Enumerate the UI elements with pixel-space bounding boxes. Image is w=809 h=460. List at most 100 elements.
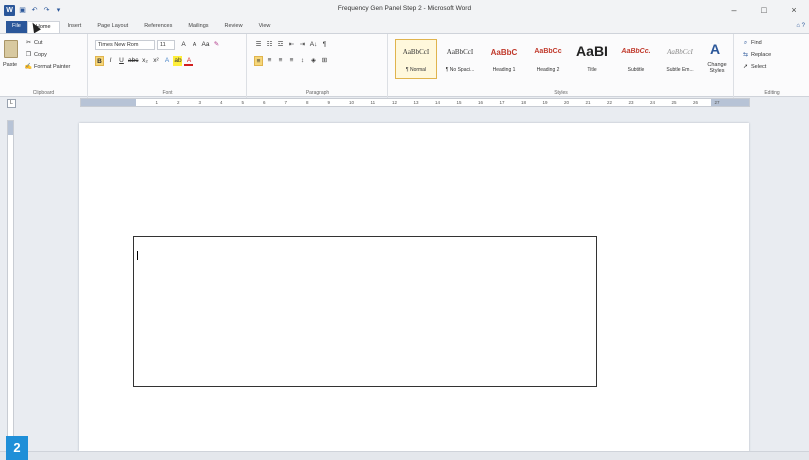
style-normal-label: ¶ Normal [405,67,427,73]
paragraph-group-label: Paragraph [305,90,330,96]
change-styles-icon[interactable]: A [707,40,723,58]
style-subtle-emphasis-label: Subtle Em... [666,67,694,73]
cut-label: Cut [34,40,43,46]
align-left-button[interactable]: ≡ [254,56,263,66]
text-effects-button[interactable]: A [162,56,171,66]
undo-icon[interactable]: ↶ [30,6,39,15]
select-button[interactable]: ➚ Select [741,63,766,72]
tab-view[interactable]: View [251,21,279,33]
tab-page-layout[interactable]: Page Layout [89,21,136,33]
horizontal-ruler[interactable]: 1 2 3 4 5 6 7 8 9 10 11 12 13 14 15 16 17 18 19 20 21 22 23 24 2… [80,98,750,107]
status-bar [0,451,809,460]
style-subtitle-sample: AaBbCc. [621,48,651,55]
window-controls: – □ × [719,0,809,20]
change-case-button[interactable]: Aa [201,40,210,50]
shading-button[interactable]: ◈ [309,56,318,66]
style-subtitle[interactable]: AaBbCc. Subtitle [615,39,657,79]
copy-button[interactable]: ❐ Copy [24,51,47,60]
sort-button[interactable]: A↓ [309,40,318,50]
style-heading-1-sample: AaBbC [490,48,518,57]
ruler-number: 20 [564,100,570,105]
align-right-button[interactable]: ≡ [276,56,285,66]
font-row-1: A A Aa ✎ [179,40,221,50]
vertical-ruler[interactable] [7,120,14,440]
tab-mailings[interactable]: Mailings [180,21,216,33]
customize-qat-icon[interactable]: ▾ [54,6,63,15]
copy-label: Copy [34,52,47,58]
decrease-indent-button[interactable]: ⇤ [287,40,296,50]
select-arrow-icon: ➚ [742,64,749,70]
strikethrough-button[interactable]: abc [128,56,138,66]
word-logo-icon[interactable]: W [4,4,15,16]
editing-group-label: Editing [764,90,780,96]
italic-button[interactable]: I [106,56,115,66]
borders-button[interactable]: ⊞ [320,56,329,66]
document-page[interactable] [79,123,749,460]
tab-review[interactable]: Review [217,21,251,33]
style-subtitle-label: Subtitle [627,67,645,73]
font-color-button[interactable]: A [184,56,194,66]
tab-file[interactable]: File [6,21,27,33]
tab-references[interactable]: References [136,21,180,33]
multilevel-button[interactable]: ☲ [276,40,285,50]
ruler-number: 24 [650,100,656,105]
find-label: Find [751,40,762,46]
superscript-button[interactable]: x² [151,56,160,66]
numbering-button[interactable]: ☷ [265,40,274,50]
style-normal[interactable]: AaBbCcI ¶ Normal [395,39,437,79]
help-icon[interactable]: ⌂ ? [796,23,805,29]
paste-icon[interactable] [4,40,18,58]
ruler-number: 9 [327,100,331,105]
grow-font-button[interactable]: A [179,40,188,50]
ruler-number: 1 [155,100,159,105]
underline-button[interactable]: U [117,56,126,66]
replace-button[interactable]: ⇆ Replace [741,51,771,60]
font-family-combo[interactable]: Times New Rom [95,40,155,50]
find-button[interactable]: ⌕ Find [741,39,762,48]
line-spacing-button[interactable]: ↕ [298,56,307,66]
style-no-spacing[interactable]: AaBbCcI ¶ No Spaci... [439,39,481,79]
redo-icon[interactable]: ↷ [42,6,51,15]
tab-insert[interactable]: Insert [60,21,90,33]
paste-button[interactable]: Paste [3,62,17,68]
style-no-spacing-label: ¶ No Spaci... [445,67,475,73]
bold-button[interactable]: B [95,56,104,66]
style-heading-2[interactable]: AaBbCc Heading 2 [527,39,569,79]
center-button[interactable]: ≡ [265,56,274,66]
text-box[interactable] [133,236,597,387]
subscript-button[interactable]: x₂ [140,56,149,66]
close-button[interactable]: × [779,0,809,20]
clear-format-button[interactable]: ✎ [212,40,221,50]
style-heading-1-label: Heading 1 [492,67,516,73]
shrink-font-button[interactable]: A [190,40,199,50]
tab-selector[interactable]: L [7,99,16,108]
style-heading-2-label: Heading 2 [536,67,560,73]
minimize-button[interactable]: – [719,0,749,20]
text-cursor [137,251,138,260]
ruler-number: 8 [306,100,309,105]
ruler-number: 6 [263,100,266,105]
font-group: Times New Rom 11 A A Aa ✎ B I U abc x₂ x… [89,34,247,98]
format-painter-label: Format Painter [34,64,71,70]
style-title[interactable]: AaBI Title [571,39,613,79]
style-subtle-emphasis[interactable]: AaBbCcI Subtle Em... [659,39,701,79]
style-heading-1[interactable]: AaBbC Heading 1 [483,39,525,79]
styles-group-label: Styles [554,90,568,96]
ruler-number: 17 [499,100,505,105]
maximize-button[interactable]: □ [749,0,779,20]
font-row-2: B I U abc x₂ x² A ab A [95,56,194,66]
show-marks-button[interactable]: ¶ [320,40,329,50]
format-painter-button[interactable]: ✍ Format Painter [24,63,71,72]
font-size-combo[interactable]: 11 [157,40,175,50]
increase-indent-button[interactable]: ⇥ [298,40,307,50]
bullets-button[interactable]: ☰ [254,40,263,50]
ruler-number: 10 [349,100,355,105]
justify-button[interactable]: ≡ [287,56,296,66]
ruler-number: 13 [413,100,419,105]
title-bar: W ▣ ↶ ↷ ▾ Frequency Gen Panel Step 2 - M… [0,0,809,20]
change-styles-button[interactable]: Change Styles [705,62,729,74]
highlight-button[interactable]: ab [173,56,183,66]
save-icon[interactable]: ▣ [18,6,27,15]
ruler-number: 18 [521,100,527,105]
cut-button[interactable]: ✂ Cut [24,39,43,48]
